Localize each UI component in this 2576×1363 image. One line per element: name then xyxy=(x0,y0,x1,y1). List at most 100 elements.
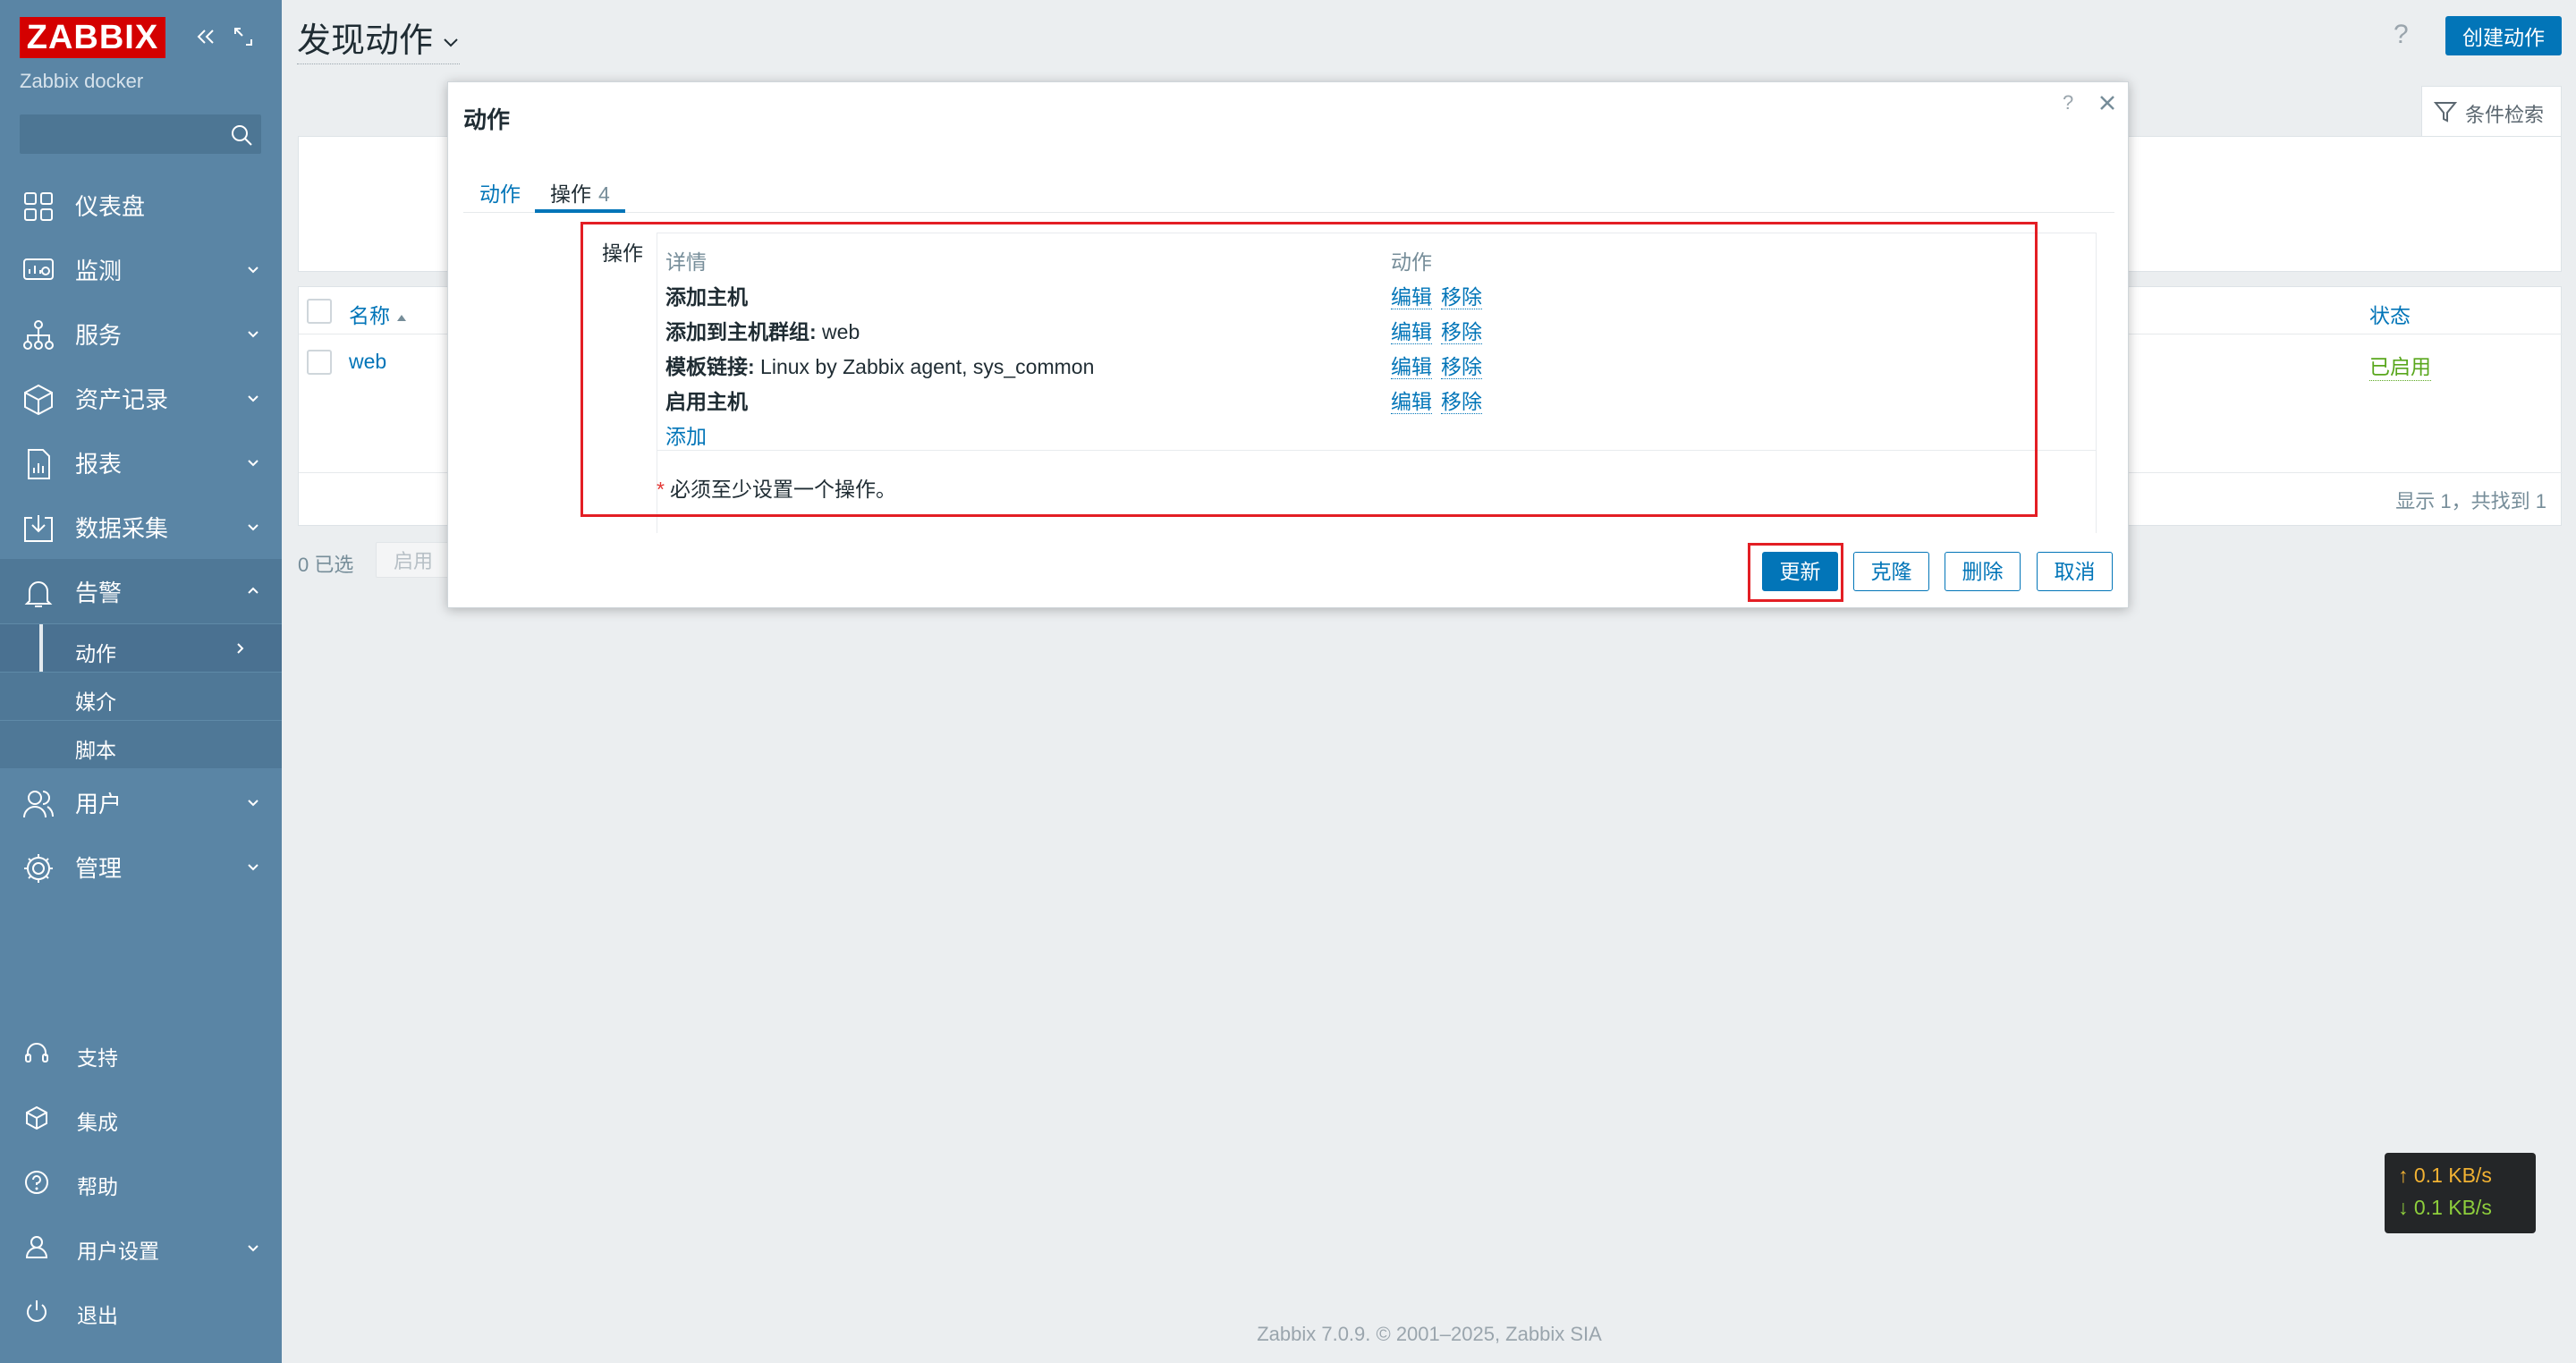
integrations-icon xyxy=(26,1105,47,1130)
inventory-icon xyxy=(24,384,53,416)
create-action-button[interactable]: 创建动作 xyxy=(2445,16,2562,55)
chevron-right-icon xyxy=(237,643,244,654)
column-header-status[interactable]: 状态 xyxy=(2369,299,2411,329)
data-collection-icon xyxy=(24,515,53,542)
operation-actions: 编辑 移除 xyxy=(1391,350,1491,380)
download-speed: ↓ 0.1 KB/s xyxy=(2398,1196,2492,1219)
nav-sub-scripts[interactable]: 脚本 xyxy=(0,720,282,768)
nav-label: 告警 xyxy=(75,579,123,606)
nav-inventory[interactable]: 资产记录 xyxy=(0,366,282,430)
chevron-down-icon xyxy=(248,267,258,274)
operation-value: web xyxy=(816,320,860,343)
remove-link[interactable]: 移除 xyxy=(1441,355,1482,379)
operation-row: 添加主机 编辑 移除 xyxy=(657,273,2097,309)
remove-link[interactable]: 移除 xyxy=(1441,320,1482,344)
search-icon[interactable] xyxy=(230,123,253,147)
page-title[interactable]: 发现动作 xyxy=(297,13,461,64)
nav-label: 用户 xyxy=(75,790,123,817)
column-header-name[interactable]: 名称 xyxy=(349,299,408,329)
kiosk-mode-icon[interactable] xyxy=(230,23,257,50)
nav-help[interactable]: 帮助 xyxy=(0,1153,282,1212)
filter-icon xyxy=(2433,102,2458,123)
nav-sub-actions[interactable]: 动作 xyxy=(0,623,282,673)
row-checkbox[interactable] xyxy=(307,350,332,375)
chevron-up-icon xyxy=(248,587,258,594)
help-icon[interactable]: ? xyxy=(2394,20,2409,50)
nav-sub-label: 脚本 xyxy=(75,739,116,762)
clone-button[interactable]: 克隆 xyxy=(1853,552,1929,591)
nav-administration[interactable]: 管理 xyxy=(0,834,282,899)
collapse-sidebar-icon[interactable] xyxy=(192,23,219,50)
nav-reports[interactable]: 报表 xyxy=(0,430,282,495)
services-icon xyxy=(23,320,54,350)
network-speed-widget: ↑ 0.1 KB/s ↓ 0.1 KB/s xyxy=(2385,1153,2536,1233)
operation-value: Linux by Zabbix agent, sys_common xyxy=(754,355,1095,378)
chevron-down-icon xyxy=(444,38,458,47)
footer: Zabbix 7.0.9. © 2001–2025, Zabbix SIA xyxy=(1257,1323,1602,1345)
chevron-down-icon xyxy=(248,460,258,467)
chevron-down-icon xyxy=(248,331,258,338)
nav-alerts[interactable]: 告警 xyxy=(0,559,282,623)
zabbix-logo[interactable]: ZABBIX xyxy=(20,17,165,58)
server-name: Zabbix docker xyxy=(20,70,144,92)
action-name-link[interactable]: web xyxy=(349,350,386,374)
column-header-actions: 动作 xyxy=(1391,250,1432,274)
edit-link[interactable]: 编辑 xyxy=(1391,390,1432,414)
edit-link[interactable]: 编辑 xyxy=(1391,320,1432,344)
edit-link[interactable]: 编辑 xyxy=(1391,285,1432,309)
delete-button[interactable]: 删除 xyxy=(1945,552,2021,591)
chevron-down-icon xyxy=(248,1245,258,1252)
operation-add-row: 添加 xyxy=(657,412,2097,451)
nav-label: 资产记录 xyxy=(75,385,169,413)
update-button[interactable]: 更新 xyxy=(1762,552,1838,591)
close-icon[interactable] xyxy=(2097,93,2117,113)
nav-sub-label: 媒介 xyxy=(75,690,116,714)
tab-action[interactable]: 动作 xyxy=(479,168,521,213)
nav-label: 用户设置 xyxy=(77,1240,159,1263)
dialog-help-icon[interactable]: ? xyxy=(2063,91,2073,114)
chevron-down-icon xyxy=(248,524,258,531)
edit-link[interactable]: 编辑 xyxy=(1391,355,1432,379)
tab-operations[interactable]: 操作 4 xyxy=(535,168,625,213)
required-star: * xyxy=(657,478,665,501)
status-enabled-link[interactable]: 已启用 xyxy=(2369,350,2431,381)
operation-details: 启用主机 xyxy=(665,385,748,415)
column-header-name-label: 名称 xyxy=(349,304,390,327)
add-operation-link[interactable]: 添加 xyxy=(665,419,707,451)
nav-integrations[interactable]: 集成 xyxy=(0,1088,282,1147)
operation-row: 添加到主机群组: web 编辑 移除 xyxy=(657,308,2097,345)
page-title-text: 发现动作 xyxy=(297,22,434,60)
cancel-button[interactable]: 取消 xyxy=(2037,552,2113,591)
filter-tab[interactable]: 条件检索 xyxy=(2421,86,2562,136)
nav-dashboard[interactable]: 仪表盘 xyxy=(0,173,282,237)
remove-link[interactable]: 移除 xyxy=(1441,285,1482,309)
column-header-details: 详情 xyxy=(665,250,707,274)
enable-button[interactable]: 启用 xyxy=(376,542,451,578)
operation-type: 模板链接: xyxy=(665,355,755,378)
remove-link[interactable]: 移除 xyxy=(1441,390,1482,414)
operation-actions: 编辑 移除 xyxy=(1391,280,1491,310)
dialog-tabs: 动作 操作 4 xyxy=(463,168,2114,213)
upload-speed: ↑ 0.1 KB/s xyxy=(2398,1164,2492,1187)
nav-user-settings[interactable]: 用户设置 xyxy=(0,1217,282,1276)
user-settings-icon xyxy=(25,1236,48,1258)
sidebar-search-input[interactable] xyxy=(20,114,261,154)
operation-actions: 编辑 移除 xyxy=(1391,315,1491,345)
tab-label: 动作 xyxy=(479,182,521,206)
nav-sub-media[interactable]: 媒介 xyxy=(0,672,282,720)
select-all-checkbox[interactable] xyxy=(307,299,332,324)
nav-label: 服务 xyxy=(75,321,123,349)
nav-data-collection[interactable]: 数据采集 xyxy=(0,495,282,559)
nav-users[interactable]: 用户 xyxy=(0,770,282,834)
nav-label: 管理 xyxy=(75,854,123,882)
operation-row: 模板链接: Linux by Zabbix agent, sys_common … xyxy=(657,343,2097,380)
required-note-text: 必须至少设置一个操作。 xyxy=(669,478,896,501)
selected-count: 0 已选 xyxy=(298,554,354,576)
operations-label: 操作 xyxy=(602,241,643,265)
gear-icon xyxy=(24,854,53,883)
nav-services[interactable]: 服务 xyxy=(0,301,282,366)
nav-support[interactable]: 支持 xyxy=(0,1024,282,1083)
action-dialog: 动作 ? 动作 操作 4 操作 详情 动作 添加主机 编辑 移除 添加到主机群组: … xyxy=(447,81,2129,608)
nav-monitoring[interactable]: 监测 xyxy=(0,237,282,301)
sort-asc-icon xyxy=(397,315,406,321)
